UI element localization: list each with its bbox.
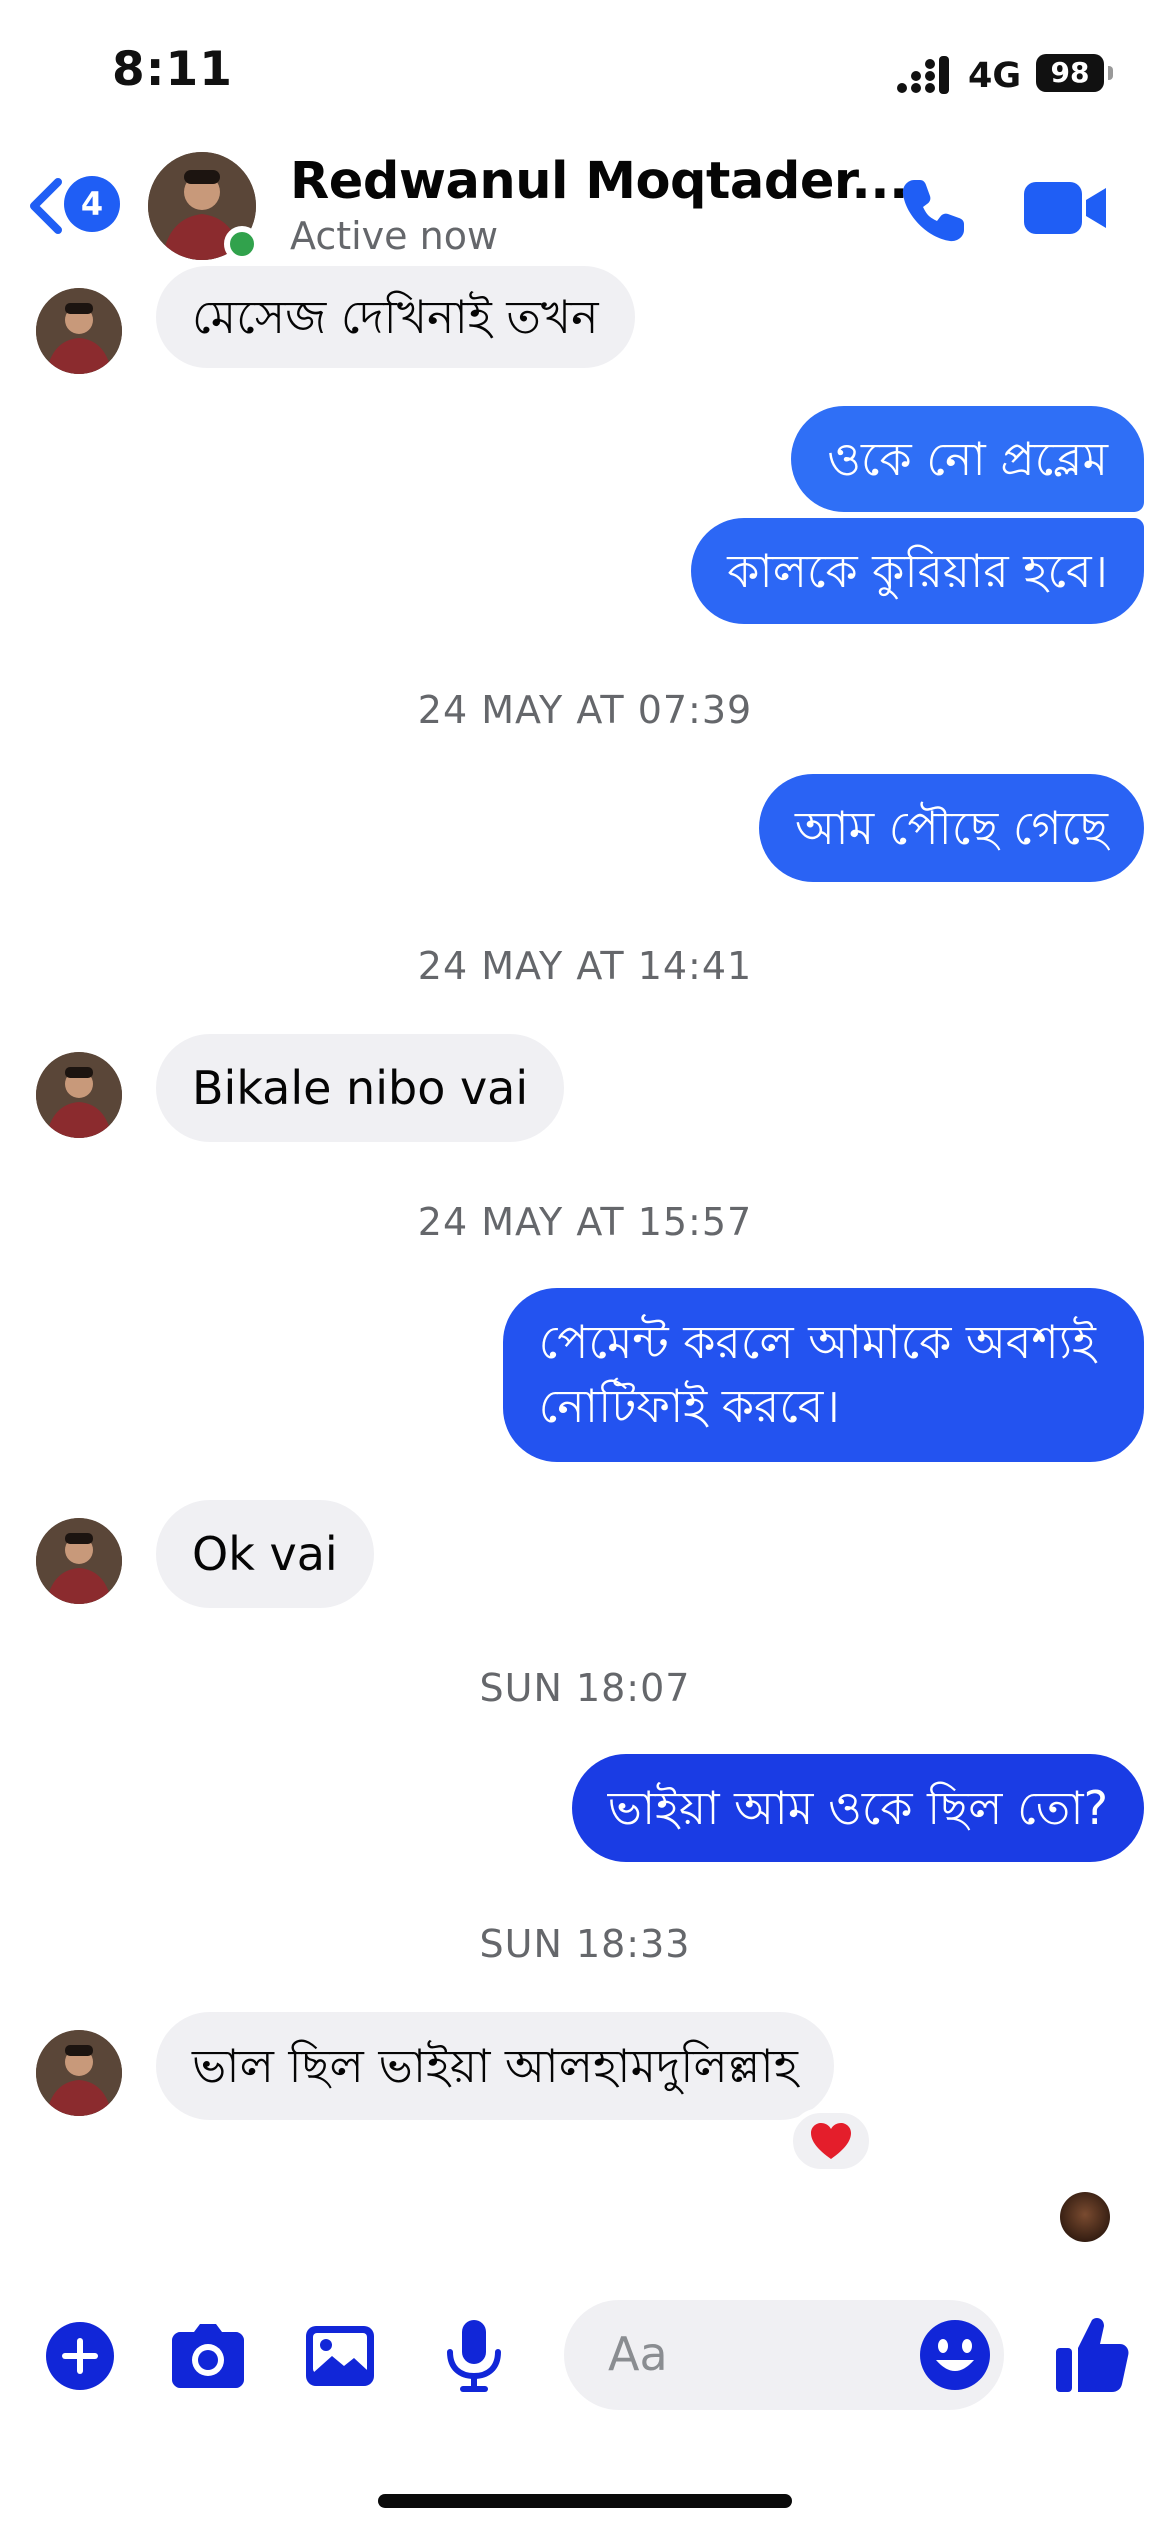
message-composer: [0, 2280, 1170, 2430]
sender-avatar: [36, 1518, 122, 1604]
seen-avatar: [1060, 2192, 1110, 2242]
message-bubble-outgoing[interactable]: আম পৌছে গেছে: [758, 774, 1144, 882]
timestamp: SUN 18:33: [479, 1922, 691, 1966]
message-bubble-incoming[interactable]: মেসেজ দেখিনাই তখন: [156, 266, 635, 368]
message-bubble-outgoing[interactable]: ওকে নো প্রব্লেম: [791, 406, 1144, 512]
timestamp: 24 MAY AT 14:41: [417, 944, 753, 988]
chat-header: 4 Redwanul Moqtader... Active now: [0, 150, 1170, 270]
timestamp: 24 MAY AT 15:57: [417, 1200, 753, 1244]
message-input[interactable]: [608, 2322, 908, 2386]
camera-icon[interactable]: [170, 2318, 246, 2394]
back-button[interactable]: 4: [26, 172, 126, 238]
online-indicator: [224, 226, 260, 262]
message-input-box[interactable]: [564, 2300, 1004, 2410]
gallery-icon[interactable]: [302, 2318, 378, 2394]
message-line: পেমেন্ট করলে আমাকে অবশ্যই: [538, 1315, 1096, 1369]
sender-avatar: [36, 2030, 122, 2116]
message-bubble-incoming[interactable]: ভাল ছিল ভাইয়া আলহামদুলিল্লাহ: [156, 2012, 834, 2120]
emoji-icon[interactable]: [916, 2316, 994, 2394]
heart-icon: [811, 2123, 851, 2159]
contact-name[interactable]: Redwanul Moqtader...: [290, 152, 908, 211]
back-chevron-icon: [30, 178, 62, 234]
network-type: 4G: [968, 56, 1022, 96]
sender-avatar: [36, 1052, 122, 1138]
battery-tip: [1108, 66, 1113, 80]
message-list[interactable]: মেসেজ দেখিনাই তখন ওকে নো প্রব্লেম কালকে …: [0, 266, 1170, 2242]
messenger-chat-screen: 8:11 4G 98 4 Redwanul Moqtader... Active…: [0, 0, 1170, 2532]
status-indicators: 4G 98: [840, 50, 1170, 100]
contact-status: Active now: [290, 214, 499, 258]
message-line: নোটিফাই করবে।: [538, 1379, 840, 1433]
timestamp: 24 MAY AT 07:39: [417, 688, 753, 732]
message-bubble-incoming[interactable]: Ok vai: [156, 1500, 374, 1608]
sender-avatar: [36, 288, 122, 374]
battery-level: 98: [1036, 54, 1104, 92]
heart-reaction[interactable]: [788, 2108, 874, 2174]
message-bubble-outgoing[interactable]: পেমেন্ট করলে আমাকে অবশ্যই নোটিফাই করবে।: [502, 1288, 1144, 1462]
microphone-icon[interactable]: [436, 2318, 512, 2394]
message-bubble-outgoing[interactable]: কালকে কুরিয়ার হবে।: [691, 518, 1144, 624]
phone-icon[interactable]: [896, 174, 970, 248]
message-bubble-outgoing[interactable]: ভাইয়া আম ওকে ছিল তো?: [571, 1754, 1144, 1862]
message-bubble-incoming[interactable]: Bikale nibo vai: [156, 1034, 565, 1142]
unread-count-badge: 4: [64, 176, 120, 232]
signal-icon: [897, 56, 949, 94]
status-time: 8:11: [112, 42, 233, 97]
thumbs-up-icon[interactable]: [1054, 2314, 1130, 2394]
video-camera-icon[interactable]: [1024, 180, 1108, 236]
status-bar: 8:11 4G 98: [0, 0, 1170, 150]
home-indicator[interactable]: [378, 2494, 792, 2508]
plus-icon[interactable]: [42, 2318, 118, 2394]
timestamp: SUN 18:07: [479, 1666, 691, 1710]
